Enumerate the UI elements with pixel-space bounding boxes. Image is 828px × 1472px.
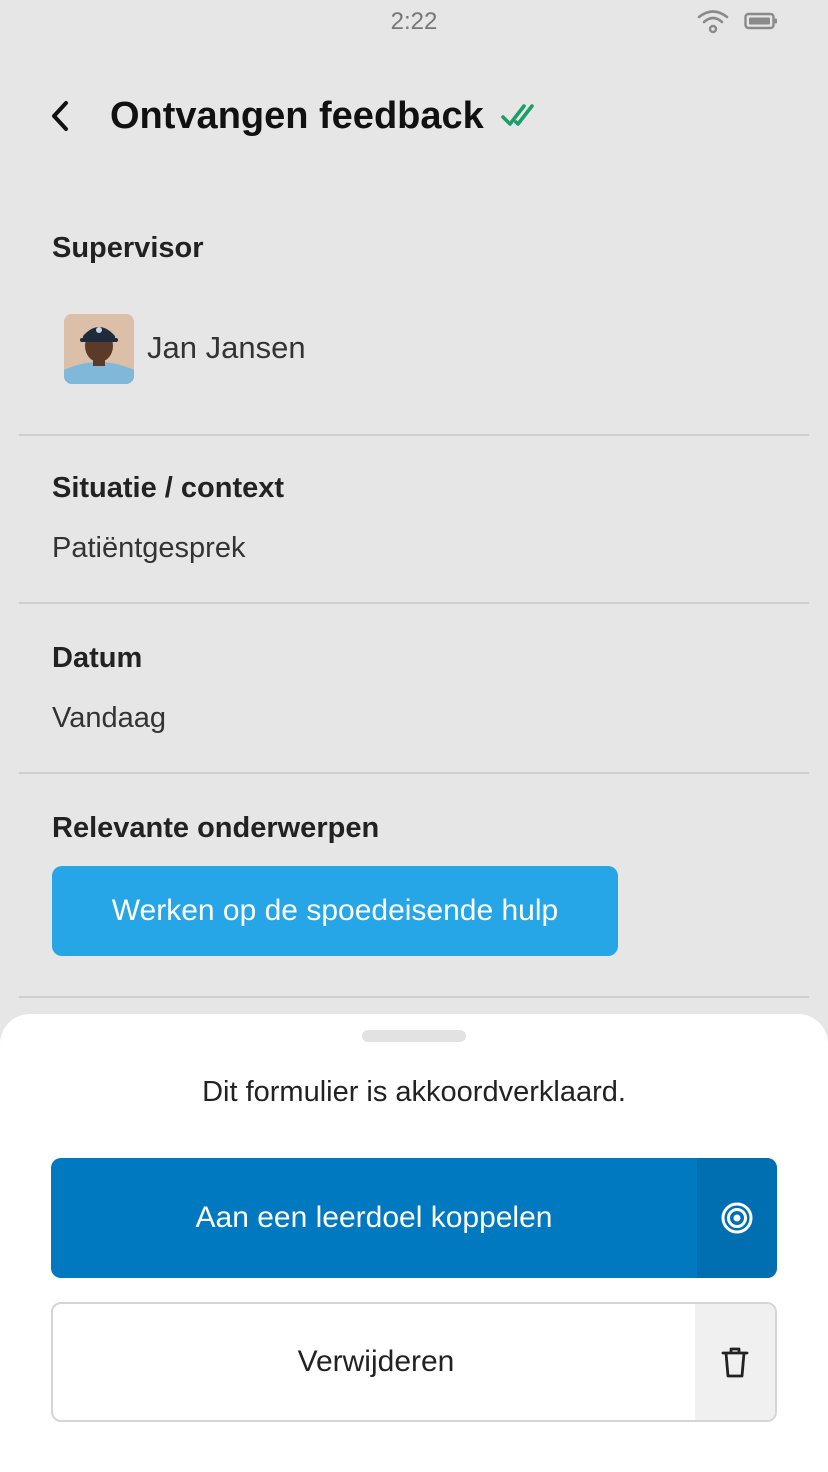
divider bbox=[19, 772, 809, 774]
status-bar: 2:22 bbox=[0, 0, 828, 44]
link-learning-goal-label: Aan een leerdoel koppelen bbox=[195, 1201, 553, 1234]
battery-icon bbox=[744, 12, 777, 30]
page-title: Ontvangen feedback bbox=[110, 95, 484, 137]
supervisor-label: Supervisor bbox=[52, 232, 204, 264]
approval-message: Dit formulier is akkoordverklaard. bbox=[202, 1076, 626, 1108]
header: Ontvangen feedback bbox=[0, 80, 828, 152]
date-label: Datum bbox=[52, 642, 143, 674]
divider bbox=[19, 434, 809, 436]
delete-icon-area bbox=[695, 1304, 775, 1420]
wifi-icon bbox=[697, 10, 729, 34]
topic-chip[interactable]: Werken op de spoedeisende hulp bbox=[52, 866, 618, 956]
date-value: Vandaag bbox=[52, 702, 166, 734]
link-learning-goal-button[interactable]: Aan een leerdoel koppelen bbox=[51, 1158, 777, 1278]
divider bbox=[19, 602, 809, 604]
bottom-sheet: Dit formulier is akkoordverklaard. Aan e… bbox=[0, 1014, 828, 1472]
chevron-left-icon bbox=[52, 101, 68, 131]
avatar bbox=[64, 314, 134, 384]
back-button[interactable] bbox=[38, 94, 82, 138]
context-value: Patiëntgesprek bbox=[52, 532, 246, 564]
supervisor-name: Jan Jansen bbox=[147, 330, 306, 365]
double-check-icon bbox=[501, 104, 534, 126]
sheet-drag-handle[interactable] bbox=[362, 1030, 466, 1042]
link-learning-goal-icon-area bbox=[697, 1158, 777, 1278]
screen: 2:22 Ontvangen feedback Supervisor Jan J… bbox=[0, 0, 828, 1472]
delete-button[interactable]: Verwijderen bbox=[51, 1302, 777, 1422]
target-icon bbox=[721, 1202, 753, 1234]
trash-icon bbox=[721, 1347, 749, 1378]
person-avatar-icon bbox=[64, 314, 134, 384]
context-label: Situatie / context bbox=[52, 472, 285, 504]
divider bbox=[19, 996, 809, 998]
delete-label: Verwijderen bbox=[297, 1345, 455, 1378]
topics-label: Relevante onderwerpen bbox=[52, 812, 380, 844]
